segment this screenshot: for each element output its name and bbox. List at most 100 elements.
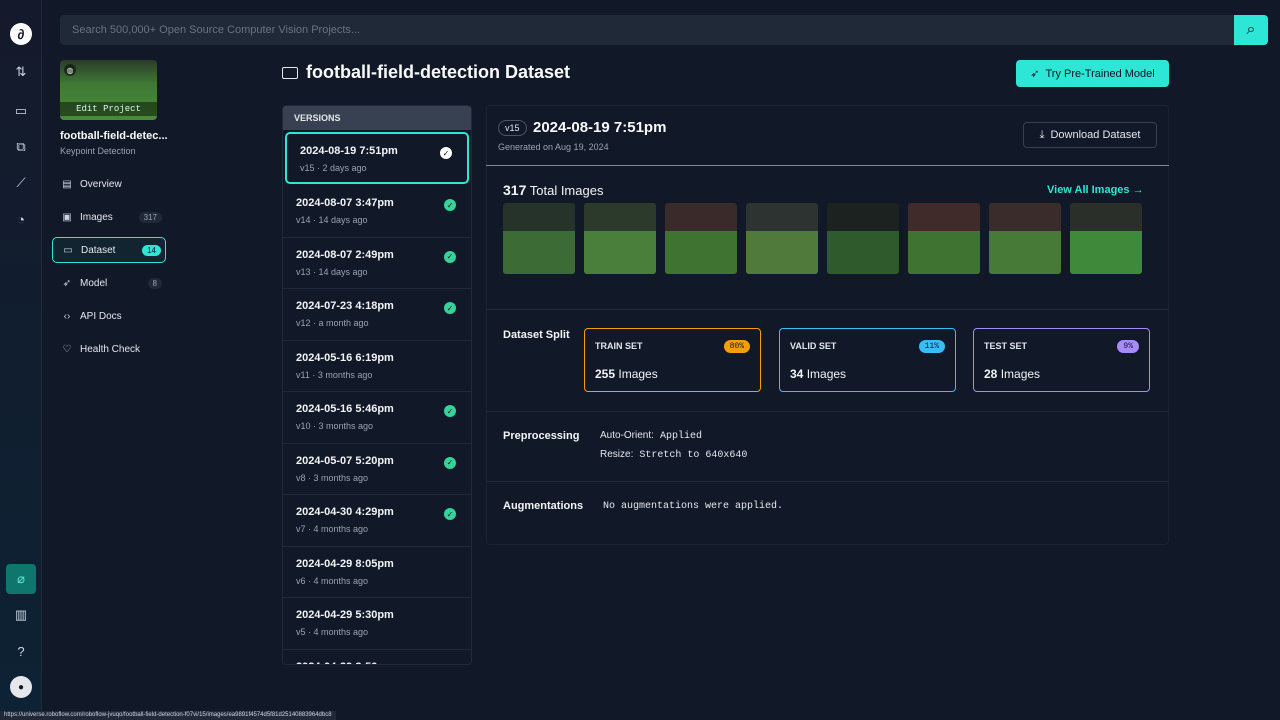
image-thumbnail[interactable] [1070, 203, 1142, 274]
split-unit: Images [618, 367, 658, 381]
nav-health-check[interactable]: ♡ Health Check [52, 336, 166, 362]
split-unit: Images [1000, 367, 1041, 381]
image-thumbnail[interactable] [989, 203, 1061, 274]
overview-icon: ▤ [62, 178, 72, 190]
roboflow-logo-icon[interactable]: ∂ [10, 23, 32, 45]
version-item[interactable]: 2024-08-19 7:51pm v15 · 2 days ago ✓ [285, 132, 469, 184]
project-thumbnail[interactable]: ◍ Edit Project [60, 60, 157, 120]
status-bar-url: https://universe.roboflow.com/roboflow-j… [0, 711, 336, 720]
nav-label: Health Check [80, 343, 141, 355]
nav-dataset[interactable]: ▭ Dataset 14 [52, 237, 166, 263]
download-label: Download Dataset [1050, 129, 1141, 141]
split-count-row: 255 Images [595, 367, 750, 381]
split-card[interactable]: VALID SET 11% 34 Images [779, 328, 956, 392]
rocket-icon: ➶ [1030, 68, 1040, 80]
version-item[interactable]: 2024-04-29 5:30pm v5 · 4 months ago [283, 598, 471, 650]
icon-rail: ∂ ⇅ ▭ ⧉ ⟋ ◔ ⌀ ▥ ? ● [0, 0, 42, 720]
version-title: 2024-08-19 7:51pm [533, 119, 667, 136]
version-item[interactable]: 2024-05-16 5:46pm v10 · 3 months ago ✓ [283, 392, 471, 444]
nav-label: Images [80, 211, 113, 223]
help-icon[interactable]: ? [9, 639, 33, 663]
image-thumbnail[interactable] [503, 203, 575, 274]
version-date: 2024-08-07 3:47pm [296, 197, 394, 209]
globe-icon: ◍ [64, 64, 76, 76]
preprocessing-item: Resize: Stretch to 640x640 [600, 449, 747, 461]
image-thumbnail[interactable] [908, 203, 980, 274]
version-date: 2024-04-29 5:30pm [296, 609, 394, 621]
nav-count: 8 [147, 277, 162, 289]
nav-label: Dataset [81, 244, 116, 256]
version-date: 2024-08-07 2:49pm [296, 248, 394, 261]
search-bar[interactable] [60, 15, 1234, 45]
inbox-icon[interactable]: ▭ [9, 99, 33, 123]
version-item[interactable]: 2024-07-23 4:18pm v12 · a month ago ✓ [283, 289, 471, 341]
check-icon: ✓ [440, 147, 452, 159]
download-dataset-button[interactable]: ⤓ Download Dataset [1023, 122, 1157, 148]
version-meta: v11 · 3 months ago [296, 369, 373, 380]
version-meta: v5 · 4 months ago [296, 627, 369, 637]
nav-overview[interactable]: ▤ Overview [52, 171, 166, 197]
split-count: 255 [595, 367, 616, 381]
code-icon: ‹› [63, 310, 71, 322]
version-item[interactable]: 2024-05-07 5:20pm v8 · 3 months ago ✓ [283, 444, 471, 495]
library-icon[interactable]: ▥ [9, 603, 33, 627]
split-card[interactable]: TEST SET 9% 28 Images [973, 328, 1150, 392]
nav-images[interactable]: ▣ Images 317 [52, 204, 166, 230]
check-icon: ✓ [444, 405, 456, 417]
image-thumbnail[interactable] [746, 203, 818, 274]
search-button[interactable]: ⌕ [1234, 15, 1268, 45]
try-pretrained-model-button[interactable]: ➶ Try Pre-Trained Model [1016, 60, 1169, 87]
preprocessing-label: Preprocessing [503, 430, 580, 442]
download-icon: ⤓ [1039, 128, 1045, 141]
versions-panel: VERSIONS 2024-08-19 7:51pm v15 · 2 days a… [282, 105, 472, 665]
nav-label: Overview [80, 178, 122, 190]
version-meta: v6 · 4 months ago [296, 575, 369, 586]
augmentations-label: Augmentations [503, 500, 584, 512]
split-percent-badge: 11% [918, 340, 945, 353]
search-icon: ⌕ [1246, 21, 1256, 38]
image-thumbnail[interactable] [584, 203, 656, 274]
page-title-row: football-field-detection Dataset [282, 62, 570, 83]
version-detail-panel [486, 105, 1169, 545]
version-item[interactable]: 2024-04-29 2:50pm [283, 650, 471, 665]
split-card[interactable]: TRAIN SET 80% 255 Images [584, 328, 761, 392]
avatar[interactable]: ● [10, 676, 32, 698]
folder-icon: ▭ [63, 244, 73, 256]
image-thumbnail[interactable] [827, 203, 899, 274]
version-item[interactable]: 2024-04-30 4:29pm v7 · 4 months ago ✓ [283, 495, 471, 547]
divider [486, 165, 1169, 166]
bell-icon[interactable]: ◔ [9, 207, 33, 231]
version-item[interactable]: 2024-05-16 6:19pm v11 · 3 months ago [283, 341, 471, 392]
image-thumbnail[interactable] [665, 203, 737, 274]
split-count-row: 28 Images [984, 367, 1139, 381]
universe-icon[interactable]: ⌀ [6, 564, 36, 594]
preprocessing-value: Stretch to 640x640 [639, 450, 748, 461]
workflow-icon[interactable]: ⧉ [9, 135, 33, 159]
version-list: 2024-08-19 7:51pm v15 · 2 days ago ✓ 2024-0… [283, 132, 471, 665]
edit-project-button[interactable]: Edit Project [60, 102, 157, 116]
split-count: 34 [790, 367, 804, 381]
sort-arrows-icon[interactable]: ⇅ [9, 60, 33, 84]
preprocessing-item: Auto-Orient: Applied [600, 430, 702, 442]
versions-heading: VERSIONS [283, 106, 471, 130]
version-item[interactable]: 2024-08-07 3:47pm v14 · 14 days ago ✓ [283, 186, 471, 238]
analytics-icon[interactable]: ⟋ [9, 171, 33, 195]
split-percent-badge: 9% [1117, 340, 1139, 353]
divider [486, 309, 1169, 310]
version-date: 2024-05-16 6:19pm [296, 351, 394, 364]
version-item[interactable]: 2024-08-07 2:49pm v13 · 14 days ago ✓ [283, 238, 471, 289]
version-meta: v14 · 14 days ago [296, 215, 368, 225]
version-meta: v13 · 14 days ago [296, 266, 368, 277]
view-all-images-link[interactable]: View All Images → [1047, 184, 1144, 196]
rocket-icon: ➶ [62, 277, 72, 289]
version-meta: v8 · 3 months ago [296, 472, 369, 483]
divider [486, 411, 1169, 412]
page-title: football-field-detection Dataset [306, 62, 571, 82]
check-icon: ✓ [444, 199, 456, 211]
nav-model[interactable]: ➶ Model 8 [52, 270, 166, 296]
version-item[interactable]: 2024-04-29 8:05pm v6 · 4 months ago [283, 547, 471, 598]
nav-api-docs[interactable]: ‹› API Docs [52, 303, 166, 329]
try-button-label: Try Pre-Trained Model [1045, 67, 1155, 80]
search-input[interactable] [72, 24, 1234, 36]
nav-count: 14 [142, 244, 161, 256]
